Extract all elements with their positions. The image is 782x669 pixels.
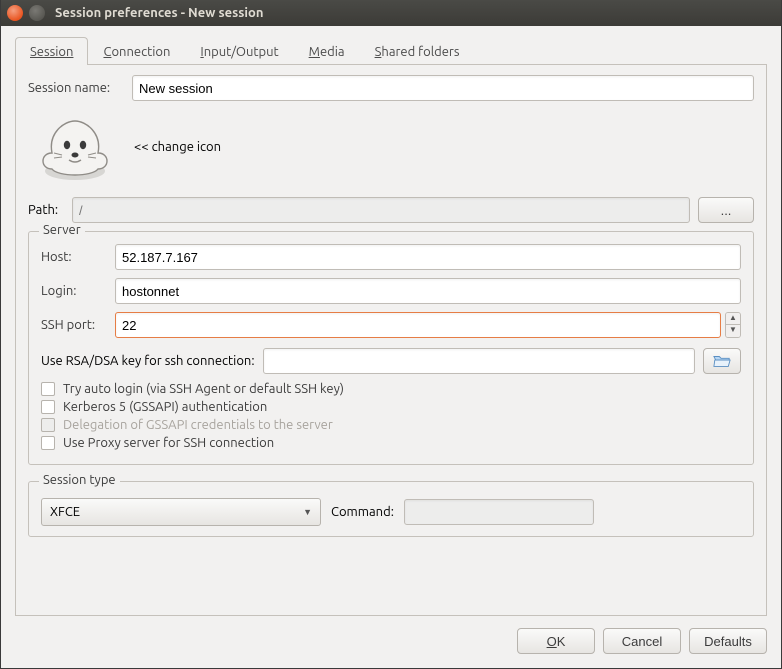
- ssh-port-input[interactable]: [115, 312, 721, 338]
- server-legend: Server: [39, 223, 85, 237]
- session-type-value: XFCE: [50, 505, 80, 519]
- change-icon-label[interactable]: << change icon: [134, 140, 221, 154]
- ok-button[interactable]: OK: [517, 628, 595, 654]
- tab-input-output[interactable]: Input/Output: [185, 37, 293, 65]
- close-icon[interactable]: [7, 5, 23, 21]
- checkbox-icon: [41, 418, 55, 432]
- session-type-group: Session type XFCE ▼ Command:: [28, 481, 754, 537]
- tabstrip: Session Connection Input/Output Media Sh…: [15, 36, 767, 65]
- minimize-icon[interactable]: [29, 5, 45, 21]
- host-input[interactable]: [115, 244, 741, 270]
- tab-session[interactable]: Session: [15, 37, 88, 65]
- session-name-input[interactable]: [132, 75, 754, 101]
- folder-open-icon: [704, 353, 740, 369]
- path-browse-button[interactable]: ...: [698, 197, 754, 223]
- session-type-legend: Session type: [39, 473, 120, 487]
- checkbox-icon: [41, 436, 55, 450]
- tab-shared-folders[interactable]: Shared folders: [360, 37, 475, 65]
- spin-down-icon[interactable]: ▼: [726, 325, 740, 337]
- server-group: Server Host: Login: SSH port: ▲ ▼: [28, 231, 754, 465]
- host-label: Host:: [41, 250, 107, 264]
- session-name-label: Session name:: [28, 81, 124, 95]
- login-label: Login:: [41, 284, 107, 298]
- path-label: Path:: [28, 203, 64, 217]
- gssapi-delegation-check: Delegation of GSSAPI credentials to the …: [41, 418, 741, 432]
- command-input: [404, 499, 594, 525]
- chevron-down-icon: ▼: [303, 507, 312, 517]
- tab-media[interactable]: Media: [294, 37, 360, 65]
- window-title: Session preferences - New session: [55, 6, 263, 20]
- tab-connection[interactable]: Connection: [88, 37, 185, 65]
- auto-login-check[interactable]: Try auto login (via SSH Agent or default…: [41, 382, 741, 396]
- session-type-select[interactable]: XFCE ▼: [41, 498, 321, 526]
- rsa-key-input[interactable]: [263, 348, 695, 374]
- defaults-button[interactable]: Defaults: [689, 628, 767, 654]
- cancel-button[interactable]: Cancel: [603, 628, 681, 654]
- titlebar: Session preferences - New session: [1, 0, 781, 26]
- dialog-footer: OK Cancel Defaults: [15, 616, 767, 654]
- login-input[interactable]: [115, 278, 741, 304]
- tab-pane-session: Session name:: [15, 65, 767, 616]
- path-input: [72, 197, 690, 223]
- ssh-port-label: SSH port:: [41, 318, 107, 332]
- rsa-browse-button[interactable]: [703, 348, 741, 374]
- checkbox-icon: [41, 382, 55, 396]
- ssh-port-spin[interactable]: ▲ ▼: [725, 312, 741, 338]
- spin-up-icon[interactable]: ▲: [726, 313, 740, 325]
- kerberos-check[interactable]: Kerberos 5 (GSSAPI) authentication: [41, 400, 741, 414]
- command-label: Command:: [331, 505, 394, 519]
- proxy-check[interactable]: Use Proxy server for SSH connection: [41, 436, 741, 450]
- checkbox-icon: [41, 400, 55, 414]
- rsa-label: Use RSA/DSA key for ssh connection:: [41, 354, 255, 368]
- session-icon[interactable]: [34, 111, 116, 183]
